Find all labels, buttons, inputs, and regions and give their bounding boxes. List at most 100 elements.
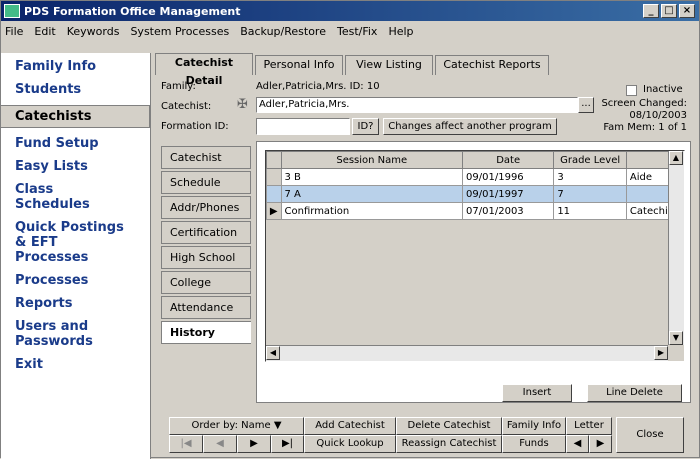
subtab-schedule[interactable]: Schedule bbox=[161, 171, 251, 194]
subtab-attendance[interactable]: Attendance bbox=[161, 296, 251, 319]
cell-date[interactable]: 09/01/1996 bbox=[462, 168, 555, 186]
delete-catechist-button[interactable]: Delete Catechist bbox=[396, 417, 502, 435]
sidebar-item-fund-setup[interactable]: Fund Setup bbox=[1, 136, 150, 151]
tab-personal-info[interactable]: Personal Info bbox=[255, 55, 343, 75]
inactive-label: Inactive bbox=[643, 84, 683, 95]
inactive-checkbox[interactable] bbox=[626, 85, 637, 96]
current-row-icon: ▶ bbox=[266, 202, 282, 220]
cell-session[interactable]: Confirmation bbox=[280, 202, 464, 220]
sidebar-item-students[interactable]: Students bbox=[1, 82, 150, 97]
tab-catechist-reports[interactable]: Catechist Reports bbox=[435, 55, 549, 75]
tab-catechist-detail[interactable]: Catechist Detail bbox=[155, 53, 253, 87]
menu-test-fix[interactable]: Test/Fix bbox=[337, 25, 377, 38]
table-row[interactable]: ▶ Confirmation 07/01/2003 11 Catechis bbox=[266, 202, 685, 220]
subtab-catechist[interactable]: Catechist bbox=[161, 146, 251, 169]
sidebar-item-reports[interactable]: Reports bbox=[1, 296, 150, 311]
menu-file[interactable]: File bbox=[5, 25, 23, 38]
sidebar-item-processes[interactable]: Processes bbox=[1, 273, 150, 288]
app-icon bbox=[4, 4, 20, 18]
menu-system-processes[interactable]: System Processes bbox=[130, 25, 229, 38]
sidebar-item-family-info[interactable]: Family Info bbox=[1, 59, 150, 74]
screen-changed-date: 08/10/2003 bbox=[629, 110, 687, 121]
catechist-field[interactable]: Adler,Patricia,Mrs. bbox=[256, 97, 578, 113]
scroll-left-icon[interactable]: ◀ bbox=[266, 346, 280, 360]
cell-date[interactable]: 09/01/1997 bbox=[462, 185, 555, 203]
menu-keywords[interactable]: Keywords bbox=[67, 25, 120, 38]
scroll-down-icon[interactable]: ▼ bbox=[669, 331, 683, 345]
scroll-right-icon[interactable]: ▶ bbox=[654, 346, 668, 360]
close-window-button[interactable]: × bbox=[679, 4, 695, 18]
menubar: File Edit Keywords System Processes Back… bbox=[1, 21, 699, 41]
subtab-high-school[interactable]: High School bbox=[161, 246, 251, 269]
cell-grade[interactable]: 11 bbox=[553, 202, 627, 220]
next-record-icon[interactable]: ▶ bbox=[237, 435, 271, 453]
sidebar: Family Info Students Catechists Fund Set… bbox=[1, 53, 151, 459]
catechist-label: Catechist: bbox=[161, 101, 212, 112]
table-row[interactable]: 3 B 09/01/1996 3 Aide bbox=[266, 168, 685, 186]
horizontal-scrollbar[interactable]: ◀ ▶ bbox=[266, 345, 668, 361]
first-record-icon[interactable]: |◀ bbox=[169, 435, 203, 453]
pointer-icon: ✠ bbox=[237, 97, 248, 112]
history-panel: Session Name Date Grade Level 3 B 09/01/… bbox=[256, 141, 691, 403]
insert-button[interactable]: Insert bbox=[502, 384, 572, 402]
quick-lookup-button[interactable]: Quick Lookup bbox=[304, 435, 396, 453]
col-date[interactable]: Date bbox=[462, 151, 555, 169]
titlebar: PDS Formation Office Management _ □ × bbox=[1, 1, 699, 21]
table-row[interactable]: 7 A 09/01/1997 7 bbox=[266, 185, 685, 203]
catechist-lookup-button[interactable]: ... bbox=[578, 97, 594, 113]
history-table: Session Name Date Grade Level 3 B 09/01/… bbox=[266, 151, 685, 220]
id-lookup-button[interactable]: ID? bbox=[352, 118, 379, 135]
minimize-button[interactable]: _ bbox=[643, 4, 659, 18]
changes-affect-button[interactable]: Changes affect another program bbox=[383, 118, 557, 135]
sidebar-item-class-schedules[interactable]: Class Schedules bbox=[1, 182, 91, 212]
reassign-catechist-button[interactable]: Reassign Catechist bbox=[396, 435, 502, 453]
line-delete-button[interactable]: Line Delete bbox=[587, 384, 682, 402]
close-button[interactable]: Close bbox=[616, 417, 684, 453]
funds-button[interactable]: Funds bbox=[502, 435, 566, 453]
grid-corner bbox=[266, 151, 282, 169]
sidebar-item-exit[interactable]: Exit bbox=[1, 357, 150, 372]
scroll-left-icon[interactable]: ◀ bbox=[566, 435, 589, 453]
subtab-college[interactable]: College bbox=[161, 271, 251, 294]
menu-edit[interactable]: Edit bbox=[34, 25, 55, 38]
cell-date[interactable]: 07/01/2003 bbox=[462, 202, 555, 220]
formation-id-label: Formation ID: bbox=[161, 121, 229, 132]
maximize-button[interactable]: □ bbox=[661, 4, 677, 18]
row-indicator bbox=[266, 168, 282, 186]
add-catechist-button[interactable]: Add Catechist bbox=[304, 417, 396, 435]
sub-tabs: Catechist Schedule Addr/Phones Certifica… bbox=[161, 146, 251, 346]
order-by-button[interactable]: Order by: Name ▼ bbox=[169, 417, 304, 435]
scroll-right-icon[interactable]: ▶ bbox=[589, 435, 612, 453]
menu-help[interactable]: Help bbox=[388, 25, 413, 38]
scroll-up-icon[interactable]: ▲ bbox=[669, 151, 683, 165]
subtab-certification[interactable]: Certification bbox=[161, 221, 251, 244]
last-record-icon[interactable]: ▶| bbox=[271, 435, 304, 453]
formation-id-field[interactable] bbox=[256, 118, 350, 135]
sidebar-item-catechists[interactable]: Catechists bbox=[1, 105, 150, 128]
cell-session[interactable]: 7 A bbox=[280, 185, 464, 203]
screen-changed-label: Screen Changed: bbox=[601, 98, 687, 109]
col-grade-level[interactable]: Grade Level bbox=[553, 151, 627, 169]
subtab-history[interactable]: History bbox=[161, 321, 251, 344]
cell-grade[interactable]: 7 bbox=[553, 185, 627, 203]
sidebar-item-easy-lists[interactable]: Easy Lists bbox=[1, 159, 150, 174]
bottom-toolbar: Order by: Name ▼ Add Catechist Delete Ca… bbox=[161, 413, 691, 455]
menu-backup-restore[interactable]: Backup/Restore bbox=[240, 25, 326, 38]
cell-grade[interactable]: 3 bbox=[553, 168, 627, 186]
col-session-name[interactable]: Session Name bbox=[280, 151, 464, 169]
family-value: Adler,Patricia,Mrs. ID: 10 bbox=[256, 81, 380, 92]
history-grid: Session Name Date Grade Level 3 B 09/01/… bbox=[265, 150, 685, 362]
letter-button[interactable]: Letter bbox=[566, 417, 612, 435]
subtab-addr-phones[interactable]: Addr/Phones bbox=[161, 196, 251, 219]
vertical-scrollbar[interactable]: ▲ ▼ bbox=[668, 151, 684, 345]
app-window: PDS Formation Office Management _ □ × Fi… bbox=[0, 0, 700, 459]
cell-session[interactable]: 3 B bbox=[280, 168, 464, 186]
sidebar-item-quick-postings[interactable]: Quick Postings & EFT Processes bbox=[1, 220, 131, 265]
tab-view-listing[interactable]: View Listing bbox=[345, 55, 433, 75]
previous-record-icon[interactable]: ◀ bbox=[203, 435, 237, 453]
window-title: PDS Formation Office Management bbox=[24, 4, 241, 18]
family-label: Family: bbox=[161, 81, 196, 92]
row-indicator bbox=[266, 185, 282, 203]
family-info-button[interactable]: Family Info bbox=[502, 417, 566, 435]
sidebar-item-users-passwords[interactable]: Users and Passwords bbox=[1, 319, 111, 349]
